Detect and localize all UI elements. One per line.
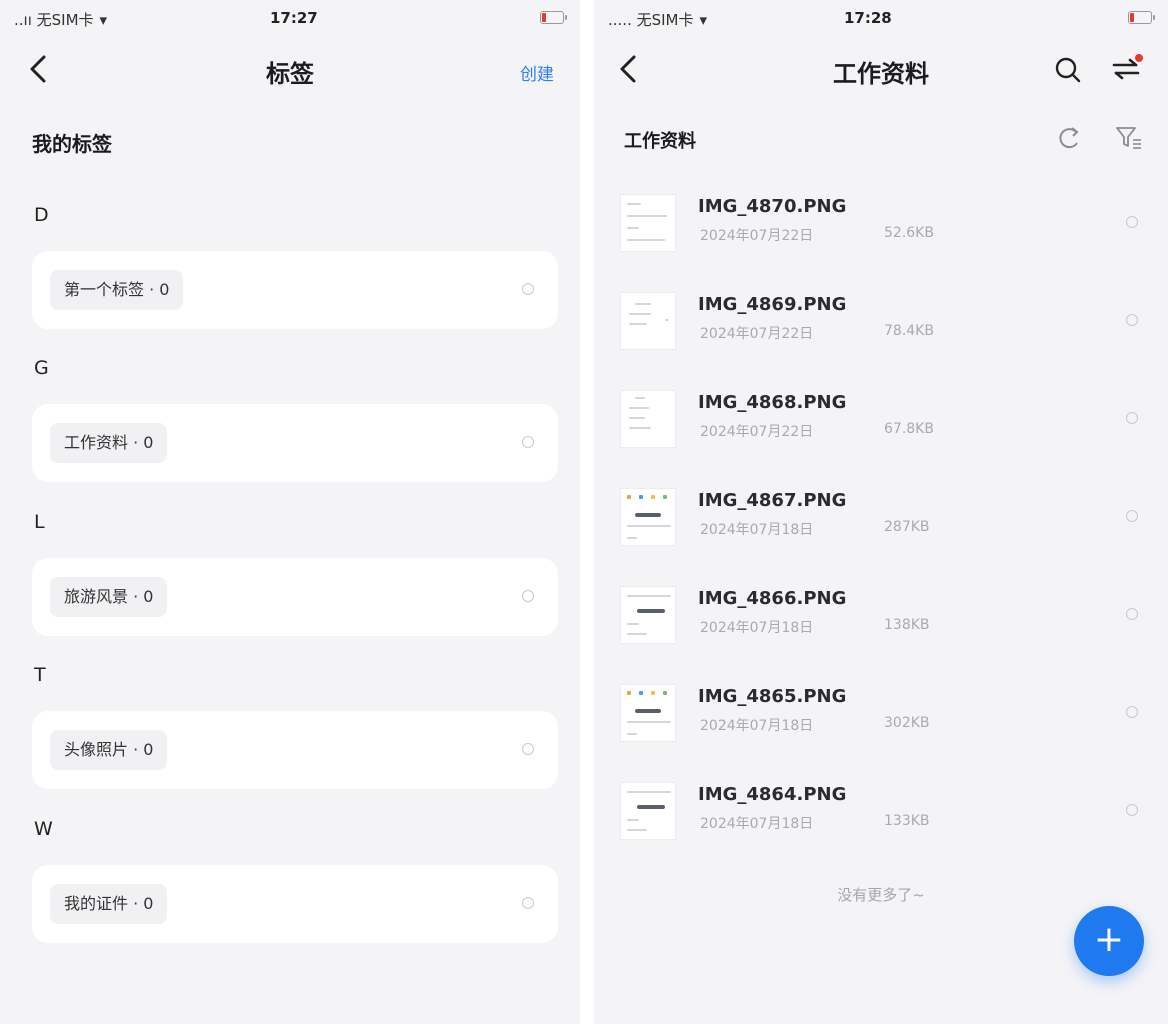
refresh-icon[interactable]: [1056, 124, 1082, 152]
tag-files-screen: ..... 无SIM卡 ▾ 17:28 工作资料 工作资料 IMG_4870.P…: [594, 0, 1168, 1024]
filter-icon[interactable]: [1114, 124, 1144, 152]
tag-card[interactable]: 我的证件 · 0: [32, 865, 558, 943]
group-letter-g: G: [34, 357, 49, 379]
file-date: 2024年07月22日: [700, 424, 814, 440]
file-row[interactable]: IMG_4869.PNG 2024年07月22日 78.4KB: [594, 282, 1168, 380]
file-row[interactable]: IMG_4864.PNG 2024年07月18日 133KB: [594, 772, 1168, 870]
file-name: IMG_4865.PNG: [698, 686, 847, 707]
file-thumbnail: [620, 488, 676, 546]
tag-card[interactable]: 头像照片 · 0: [32, 711, 558, 789]
select-radio[interactable]: [1126, 706, 1138, 718]
file-thumbnail: [620, 586, 676, 644]
file-size: 302KB: [884, 715, 930, 731]
select-radio[interactable]: [522, 283, 534, 295]
file-date: 2024年07月22日: [700, 326, 814, 342]
select-radio[interactable]: [1126, 412, 1138, 424]
status-time: 17:27: [270, 9, 318, 27]
wifi-icon: ▾: [699, 11, 708, 29]
tag-chip: 头像照片 · 0: [50, 730, 168, 770]
file-size: 78.4KB: [884, 323, 934, 339]
page-title: 标签: [266, 60, 314, 88]
carrier-label: ..ıı 无SIM卡: [14, 11, 94, 29]
file-name: IMG_4870.PNG: [698, 196, 847, 217]
file-row[interactable]: IMG_4865.PNG 2024年07月18日 302KB: [594, 674, 1168, 772]
file-name: IMG_4864.PNG: [698, 784, 847, 805]
file-date: 2024年07月18日: [700, 522, 814, 538]
file-row[interactable]: IMG_4868.PNG 2024年07月22日 67.8KB: [594, 380, 1168, 478]
file-name: IMG_4867.PNG: [698, 490, 847, 511]
battery-icon: [540, 11, 567, 24]
file-thumbnail: [620, 782, 676, 840]
status-bar: ..ıı 无SIM卡 ▾ 17:27: [0, 0, 580, 36]
group-letter-d: D: [34, 204, 49, 226]
file-row[interactable]: IMG_4870.PNG 2024年07月22日 52.6KB: [594, 184, 1168, 282]
search-icon[interactable]: [1054, 56, 1082, 84]
file-thumbnail: [620, 292, 676, 350]
file-size: 133KB: [884, 813, 930, 829]
file-size: 138KB: [884, 617, 930, 633]
file-size: 52.6KB: [884, 225, 934, 241]
file-thumbnail: [620, 684, 676, 742]
add-button[interactable]: +: [1074, 906, 1144, 976]
select-radio[interactable]: [522, 590, 534, 602]
tag-chip: 工作资料 · 0: [50, 423, 168, 463]
file-name: IMG_4869.PNG: [698, 294, 847, 315]
select-radio[interactable]: [522, 436, 534, 448]
file-date: 2024年07月18日: [700, 718, 814, 734]
tag-card[interactable]: 旅游风景 · 0: [32, 558, 558, 636]
sort-icon[interactable]: [1110, 52, 1144, 84]
wifi-icon: ▾: [99, 11, 108, 29]
group-letter-w: W: [34, 818, 53, 840]
file-size: 67.8KB: [884, 421, 934, 437]
plus-icon: +: [1093, 919, 1125, 960]
file-thumbnail: [620, 194, 676, 252]
tag-chip: 第一个标签 · 0: [50, 270, 184, 310]
select-radio[interactable]: [1126, 314, 1138, 326]
create-button[interactable]: 创建: [520, 60, 554, 85]
carrier-label: ..... 无SIM卡: [608, 11, 694, 29]
battery-icon: [1128, 11, 1155, 24]
select-radio[interactable]: [1126, 608, 1138, 620]
nav-bar: 工作资料: [594, 40, 1168, 100]
select-radio[interactable]: [522, 743, 534, 755]
file-date: 2024年07月22日: [700, 228, 814, 244]
file-thumbnail: [620, 390, 676, 448]
file-name: IMG_4868.PNG: [698, 392, 847, 413]
tags-screen: ..ıı 无SIM卡 ▾ 17:27 标签 创建 我的标签 D 第一个标签 · 0…: [0, 0, 580, 1024]
section-title: 我的标签: [32, 132, 112, 156]
group-letter-t: T: [34, 664, 46, 686]
group-letter-l: L: [34, 511, 45, 533]
tag-chip: 旅游风景 · 0: [50, 577, 168, 617]
nav-bar: 标签 创建: [0, 40, 580, 100]
file-date: 2024年07月18日: [700, 816, 814, 832]
file-row[interactable]: IMG_4866.PNG 2024年07月18日 138KB: [594, 576, 1168, 674]
status-bar: ..... 无SIM卡 ▾ 17:28: [594, 0, 1168, 36]
tag-chip: 我的证件 · 0: [50, 884, 168, 924]
tag-card[interactable]: 第一个标签 · 0: [32, 251, 558, 329]
select-radio[interactable]: [1126, 804, 1138, 816]
file-size: 287KB: [884, 519, 930, 535]
file-name: IMG_4866.PNG: [698, 588, 847, 609]
tag-name-heading: 工作资料: [624, 131, 696, 152]
file-row[interactable]: IMG_4867.PNG 2024年07月18日 287KB: [594, 478, 1168, 576]
no-more-label: 没有更多了~: [837, 886, 925, 904]
select-radio[interactable]: [1126, 216, 1138, 228]
select-radio[interactable]: [1126, 510, 1138, 522]
status-time: 17:28: [844, 9, 892, 27]
tag-card[interactable]: 工作资料 · 0: [32, 404, 558, 482]
file-date: 2024年07月18日: [700, 620, 814, 636]
select-radio[interactable]: [522, 897, 534, 909]
